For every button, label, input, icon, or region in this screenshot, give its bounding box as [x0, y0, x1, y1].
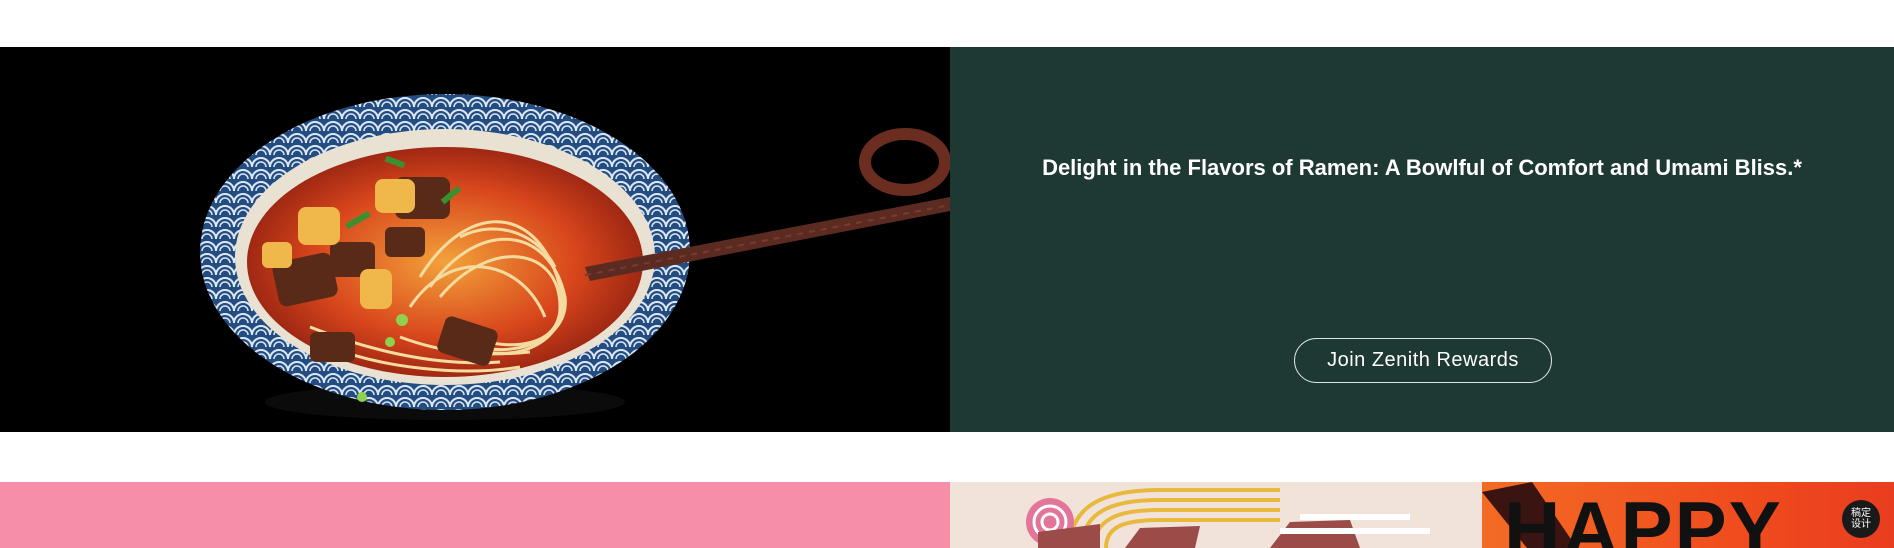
hero-banner: Delight in the Flavors of Ramen: A Bowlf…	[0, 47, 1894, 432]
promo-strip: HAPPY 稿定 设计	[0, 482, 1894, 548]
promo-tile-happy[interactable]: HAPPY 稿定 设计	[1482, 482, 1894, 548]
promo-tile-noodle-poster[interactable]	[950, 482, 1482, 548]
ramen-bowl-illustration	[0, 47, 950, 432]
ramen-photo	[0, 47, 950, 432]
hero-text-panel: Delight in the Flavors of Ramen: A Bowlf…	[950, 47, 1894, 432]
gaoding-badge[interactable]: 稿定 设计	[1842, 500, 1880, 538]
join-rewards-button[interactable]: Join Zenith Rewards	[1294, 338, 1552, 383]
hero-heading: Delight in the Flavors of Ramen: A Bowlf…	[1042, 155, 1802, 180]
gaoding-badge-label: 稿定 设计	[1851, 508, 1871, 530]
happy-text: HAPPY	[1504, 485, 1783, 548]
noodle-poster-art	[950, 482, 1482, 548]
promo-tile-pink[interactable]	[0, 482, 950, 548]
